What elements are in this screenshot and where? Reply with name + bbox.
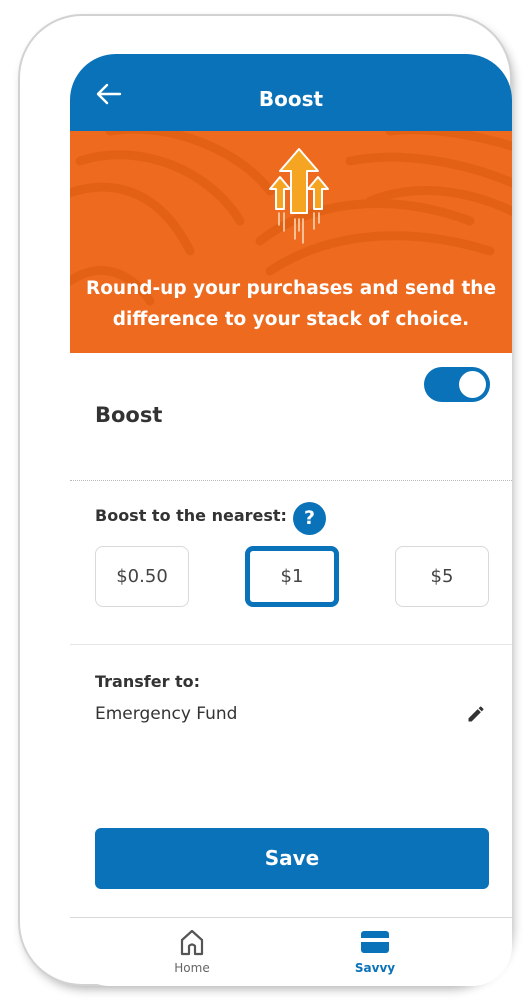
page-title: Boost	[258, 87, 324, 111]
boost-arrows-icon	[269, 148, 329, 244]
divider	[70, 480, 512, 481]
boost-section-title: Boost	[95, 403, 163, 427]
transfer-destination: Emergency Fund	[95, 704, 238, 724]
nav-item-home[interactable]: Home	[142, 926, 242, 975]
boost-toggle[interactable]	[424, 367, 490, 402]
transfer-label: Transfer to:	[95, 672, 201, 691]
help-icon[interactable]: ?	[293, 502, 326, 535]
round-up-option-5[interactable]: $5	[395, 546, 489, 607]
divider	[70, 644, 512, 645]
nav-label-home: Home	[174, 961, 210, 975]
bottom-nav-divider	[70, 917, 512, 918]
toggle-knob	[459, 371, 486, 398]
nav-item-savvy[interactable]: Savvy	[325, 926, 425, 975]
card-icon	[361, 931, 389, 953]
save-button[interactable]: Save	[95, 828, 489, 889]
round-up-label: Boost to the nearest:	[95, 506, 287, 525]
app-bar: Boost	[70, 54, 512, 131]
banner-text: Round-up your purchases and send the dif…	[85, 278, 497, 330]
promo-banner: Round-up your purchases and send the dif…	[70, 131, 512, 353]
home-icon	[180, 929, 204, 956]
nav-label-savvy: Savvy	[354, 961, 396, 975]
phone-frame: Boost Round-up your purchases and send t…	[20, 16, 512, 986]
round-up-option-1[interactable]: $1	[245, 546, 339, 607]
pencil-icon[interactable]	[466, 704, 486, 724]
round-up-option-050[interactable]: $0.50	[95, 546, 189, 607]
app-screen: Boost Round-up your purchases and send t…	[70, 54, 512, 986]
